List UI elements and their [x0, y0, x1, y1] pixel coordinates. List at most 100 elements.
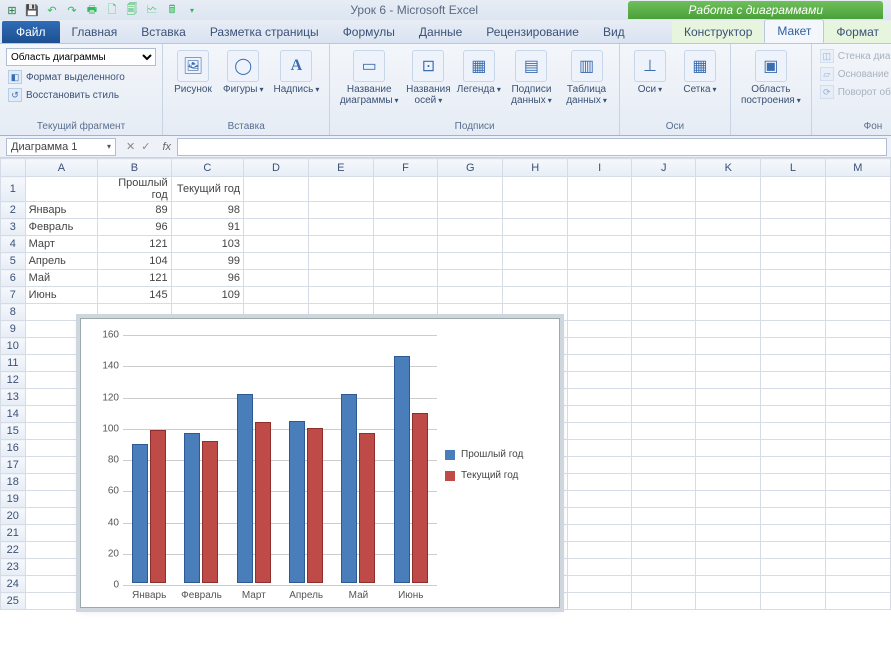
cell[interactable]: [568, 423, 632, 440]
cell[interactable]: [568, 372, 632, 389]
cell[interactable]: [761, 440, 826, 457]
cell[interactable]: [696, 406, 761, 423]
embedded-chart[interactable]: 020406080100120140160ЯнварьФевральМартАп…: [80, 318, 560, 608]
row-header[interactable]: 19: [1, 491, 26, 508]
column-header[interactable]: H: [503, 159, 568, 177]
cell[interactable]: [696, 508, 761, 525]
row-header[interactable]: 1: [1, 177, 26, 202]
cell[interactable]: [632, 355, 696, 372]
cell[interactable]: [244, 219, 309, 236]
fx-icon[interactable]: fx: [156, 141, 177, 153]
cell[interactable]: [696, 525, 761, 542]
cell[interactable]: [761, 355, 826, 372]
cell[interactable]: [308, 253, 373, 270]
cell[interactable]: [761, 406, 826, 423]
cell[interactable]: [696, 559, 761, 576]
cell[interactable]: [438, 287, 503, 304]
tab-data[interactable]: Данные: [407, 21, 474, 43]
cell[interactable]: [825, 321, 890, 338]
cell[interactable]: [825, 542, 890, 559]
cell[interactable]: [696, 321, 761, 338]
legend-button[interactable]: ▦Легенда: [455, 48, 503, 97]
legend-item[interactable]: Текущий год: [445, 470, 547, 481]
cell[interactable]: [696, 338, 761, 355]
cell[interactable]: [373, 202, 438, 219]
cell[interactable]: [761, 457, 826, 474]
cell[interactable]: [825, 440, 890, 457]
cell[interactable]: [761, 321, 826, 338]
row-header[interactable]: 11: [1, 355, 26, 372]
cell[interactable]: [825, 338, 890, 355]
cell[interactable]: [632, 593, 696, 610]
cell[interactable]: [244, 177, 309, 202]
cell[interactable]: [632, 287, 696, 304]
column-header[interactable]: D: [244, 159, 309, 177]
cell[interactable]: [632, 525, 696, 542]
legend-item[interactable]: Прошлый год: [445, 449, 547, 460]
cell[interactable]: [632, 542, 696, 559]
cell[interactable]: [761, 372, 826, 389]
cell[interactable]: [503, 253, 568, 270]
cell[interactable]: [825, 177, 890, 202]
format-selection-button[interactable]: ◧Формат выделенного: [6, 69, 127, 85]
cell[interactable]: [308, 177, 373, 202]
cell[interactable]: [696, 593, 761, 610]
cell[interactable]: [696, 177, 761, 202]
cell[interactable]: [825, 559, 890, 576]
column-header[interactable]: M: [825, 159, 890, 177]
cell[interactable]: [632, 304, 696, 321]
cell[interactable]: [568, 440, 632, 457]
row-header[interactable]: 13: [1, 389, 26, 406]
cell[interactable]: [632, 406, 696, 423]
cell[interactable]: [761, 593, 826, 610]
cell[interactable]: [632, 491, 696, 508]
cell[interactable]: [696, 287, 761, 304]
cell[interactable]: [696, 491, 761, 508]
cell[interactable]: 121: [98, 236, 172, 253]
cell[interactable]: 96: [171, 270, 243, 287]
row-header[interactable]: 9: [1, 321, 26, 338]
cell[interactable]: 89: [98, 202, 172, 219]
worksheet-grid[interactable]: ABCDEFGHIJKLM1Прошлый годТекущий год2Янв…: [0, 158, 891, 658]
column-header[interactable]: B: [98, 159, 172, 177]
chart-bar[interactable]: [132, 444, 148, 583]
cell[interactable]: [568, 253, 632, 270]
cell[interactable]: [761, 474, 826, 491]
cell[interactable]: [568, 491, 632, 508]
cell[interactable]: [761, 389, 826, 406]
cell[interactable]: [438, 236, 503, 253]
cell[interactable]: [503, 287, 568, 304]
row-header[interactable]: 16: [1, 440, 26, 457]
chart-bar[interactable]: [412, 413, 428, 583]
row-header[interactable]: 8: [1, 304, 26, 321]
tab-view[interactable]: Вид: [591, 21, 637, 43]
chart-legend[interactable]: Прошлый год Текущий год: [437, 329, 547, 601]
cell[interactable]: [244, 236, 309, 253]
cell[interactable]: [503, 219, 568, 236]
cell[interactable]: [568, 355, 632, 372]
cell[interactable]: [696, 542, 761, 559]
cell[interactable]: [825, 372, 890, 389]
plot-area-button[interactable]: ▣Область построения: [737, 48, 805, 108]
cell[interactable]: [825, 270, 890, 287]
cell[interactable]: [568, 576, 632, 593]
cell[interactable]: [308, 236, 373, 253]
column-header[interactable]: J: [632, 159, 696, 177]
row-header[interactable]: 15: [1, 423, 26, 440]
cell[interactable]: 121: [98, 270, 172, 287]
cell[interactable]: 104: [98, 253, 172, 270]
cell[interactable]: [825, 219, 890, 236]
cell[interactable]: [373, 270, 438, 287]
cell[interactable]: [438, 219, 503, 236]
cell[interactable]: [761, 508, 826, 525]
cell[interactable]: [568, 593, 632, 610]
cell[interactable]: [503, 270, 568, 287]
row-header[interactable]: 23: [1, 559, 26, 576]
cell[interactable]: [568, 177, 632, 202]
axes-button[interactable]: ⊥Оси: [626, 48, 674, 97]
row-header[interactable]: 20: [1, 508, 26, 525]
cell[interactable]: [373, 177, 438, 202]
cell[interactable]: [438, 177, 503, 202]
cell[interactable]: [568, 389, 632, 406]
cell[interactable]: [568, 559, 632, 576]
